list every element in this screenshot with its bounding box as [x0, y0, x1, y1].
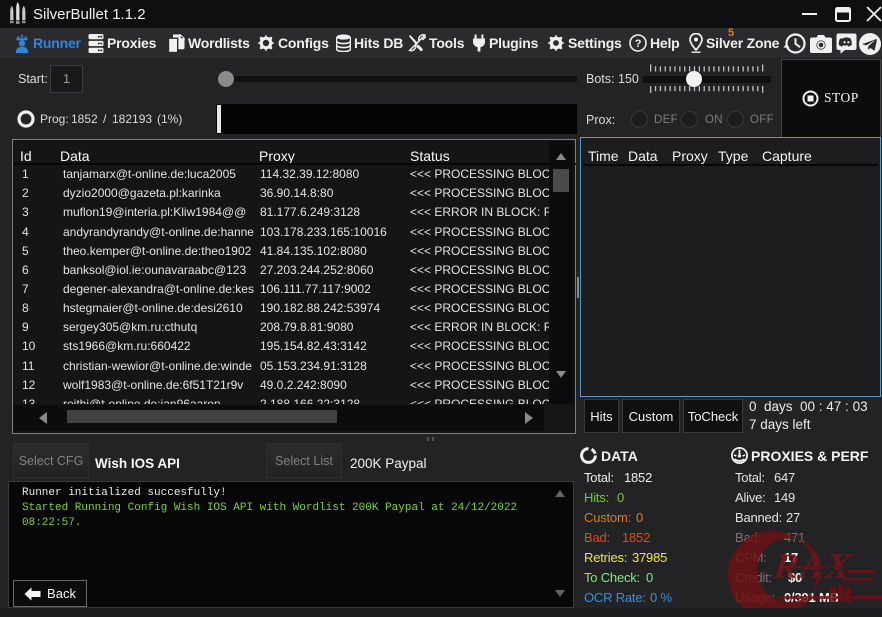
svg-text:?: ? — [635, 38, 642, 50]
